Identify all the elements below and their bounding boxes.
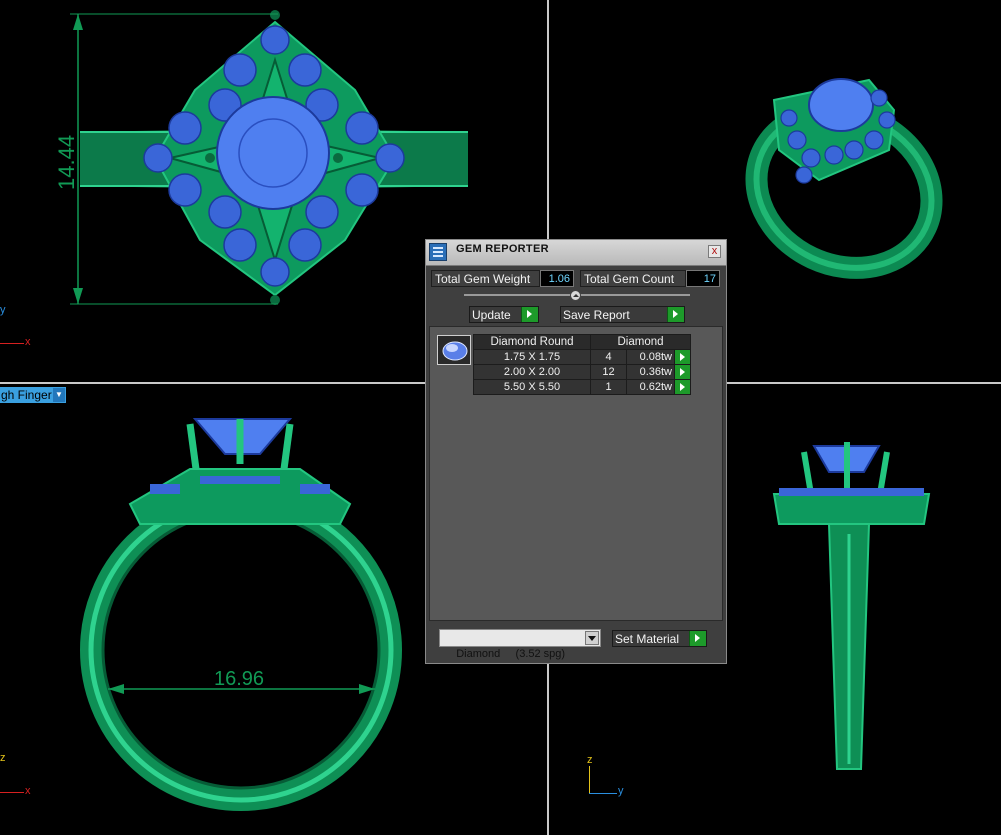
gem-weight: 0.08tw bbox=[626, 349, 675, 365]
axis-z-line-side bbox=[589, 766, 590, 793]
axis-y-label: y bbox=[0, 304, 6, 316]
material-select[interactable]: Diamond (3.52 spg) bbox=[439, 629, 601, 660]
axis-x-line-front bbox=[0, 792, 24, 793]
save-report-button[interactable]: Save Report bbox=[560, 306, 685, 323]
update-button[interactable]: Update bbox=[469, 306, 539, 323]
chevron-down-icon[interactable] bbox=[585, 631, 599, 645]
gem-count: 1 bbox=[590, 379, 627, 395]
front-dimension-label: 16.96 bbox=[214, 668, 264, 690]
update-button-label: Update bbox=[472, 308, 511, 322]
gem-table-header-material: Diamond bbox=[590, 334, 691, 350]
total-gem-weight-label: Total Gem Weight bbox=[431, 270, 540, 287]
close-icon[interactable]: x bbox=[708, 245, 721, 258]
axis-x-label: x bbox=[25, 336, 31, 348]
material-select-value: Diamond (3.52 spg) bbox=[456, 648, 566, 660]
axis-z-label-side: z bbox=[587, 754, 593, 766]
axis-x-label-front: x bbox=[25, 785, 31, 797]
axis-z-label-front: z bbox=[0, 752, 6, 764]
axis-y-label-side: y bbox=[618, 785, 624, 797]
set-material-button[interactable]: Set Material bbox=[612, 630, 707, 647]
save-report-button-label: Save Report bbox=[563, 308, 630, 322]
total-gem-weight-value: 1.06 bbox=[540, 270, 574, 287]
axis-y-line-side bbox=[589, 793, 617, 794]
row-select-arrow-icon[interactable] bbox=[674, 364, 691, 380]
gem-weight: 0.62tw bbox=[626, 379, 675, 395]
chevron-down-icon[interactable]: ▼ bbox=[53, 388, 65, 402]
gem-reporter-panel[interactable]: GEM REPORTER x Total Gem Weight 1.06 Tot… bbox=[425, 239, 727, 664]
gem-table-header-shape: Diamond Round bbox=[473, 334, 591, 350]
gem-size: 1.75 X 1.75 bbox=[473, 349, 591, 365]
gem-list-area[interactable]: Diamond Round Diamond 1.75 X 1.75 4 0.08… bbox=[429, 326, 723, 621]
row-select-arrow-icon[interactable] bbox=[674, 379, 691, 395]
table-row[interactable]: 2.00 X 2.00 12 0.36tw bbox=[473, 364, 691, 380]
report-icon bbox=[429, 243, 447, 261]
gem-count: 4 bbox=[590, 349, 627, 365]
play-arrow-icon bbox=[521, 307, 538, 322]
gem-weight: 0.36tw bbox=[626, 364, 675, 380]
gem-table: Diamond Round Diamond 1.75 X 1.75 4 0.08… bbox=[473, 334, 691, 395]
diamond-gem-icon bbox=[437, 335, 471, 365]
gem-size: 2.00 X 2.00 bbox=[473, 364, 591, 380]
set-material-button-label: Set Material bbox=[615, 632, 680, 646]
axis-x-line bbox=[0, 343, 24, 344]
finger-size-dropdown[interactable]: gh Finger ▼ bbox=[0, 387, 66, 403]
panel-title: GEM REPORTER bbox=[456, 243, 549, 255]
table-row[interactable]: 1.75 X 1.75 4 0.08tw bbox=[473, 349, 691, 365]
finger-size-value: gh Finger bbox=[1, 388, 52, 402]
total-gem-count-value: 17 bbox=[686, 270, 720, 287]
top-dimension-label: 14.44 bbox=[54, 135, 79, 190]
gem-count: 12 bbox=[590, 364, 627, 380]
table-row[interactable]: 5.50 X 5.50 1 0.62tw bbox=[473, 379, 691, 395]
row-select-arrow-icon[interactable] bbox=[674, 349, 691, 365]
total-gem-count-label: Total Gem Count bbox=[580, 270, 686, 287]
gem-size: 5.50 X 5.50 bbox=[473, 379, 591, 395]
play-arrow-icon bbox=[689, 631, 706, 646]
gem-reporter-titlebar[interactable]: GEM REPORTER x bbox=[426, 240, 726, 266]
play-arrow-icon bbox=[667, 307, 684, 322]
panel-slider-knob[interactable] bbox=[570, 290, 581, 301]
